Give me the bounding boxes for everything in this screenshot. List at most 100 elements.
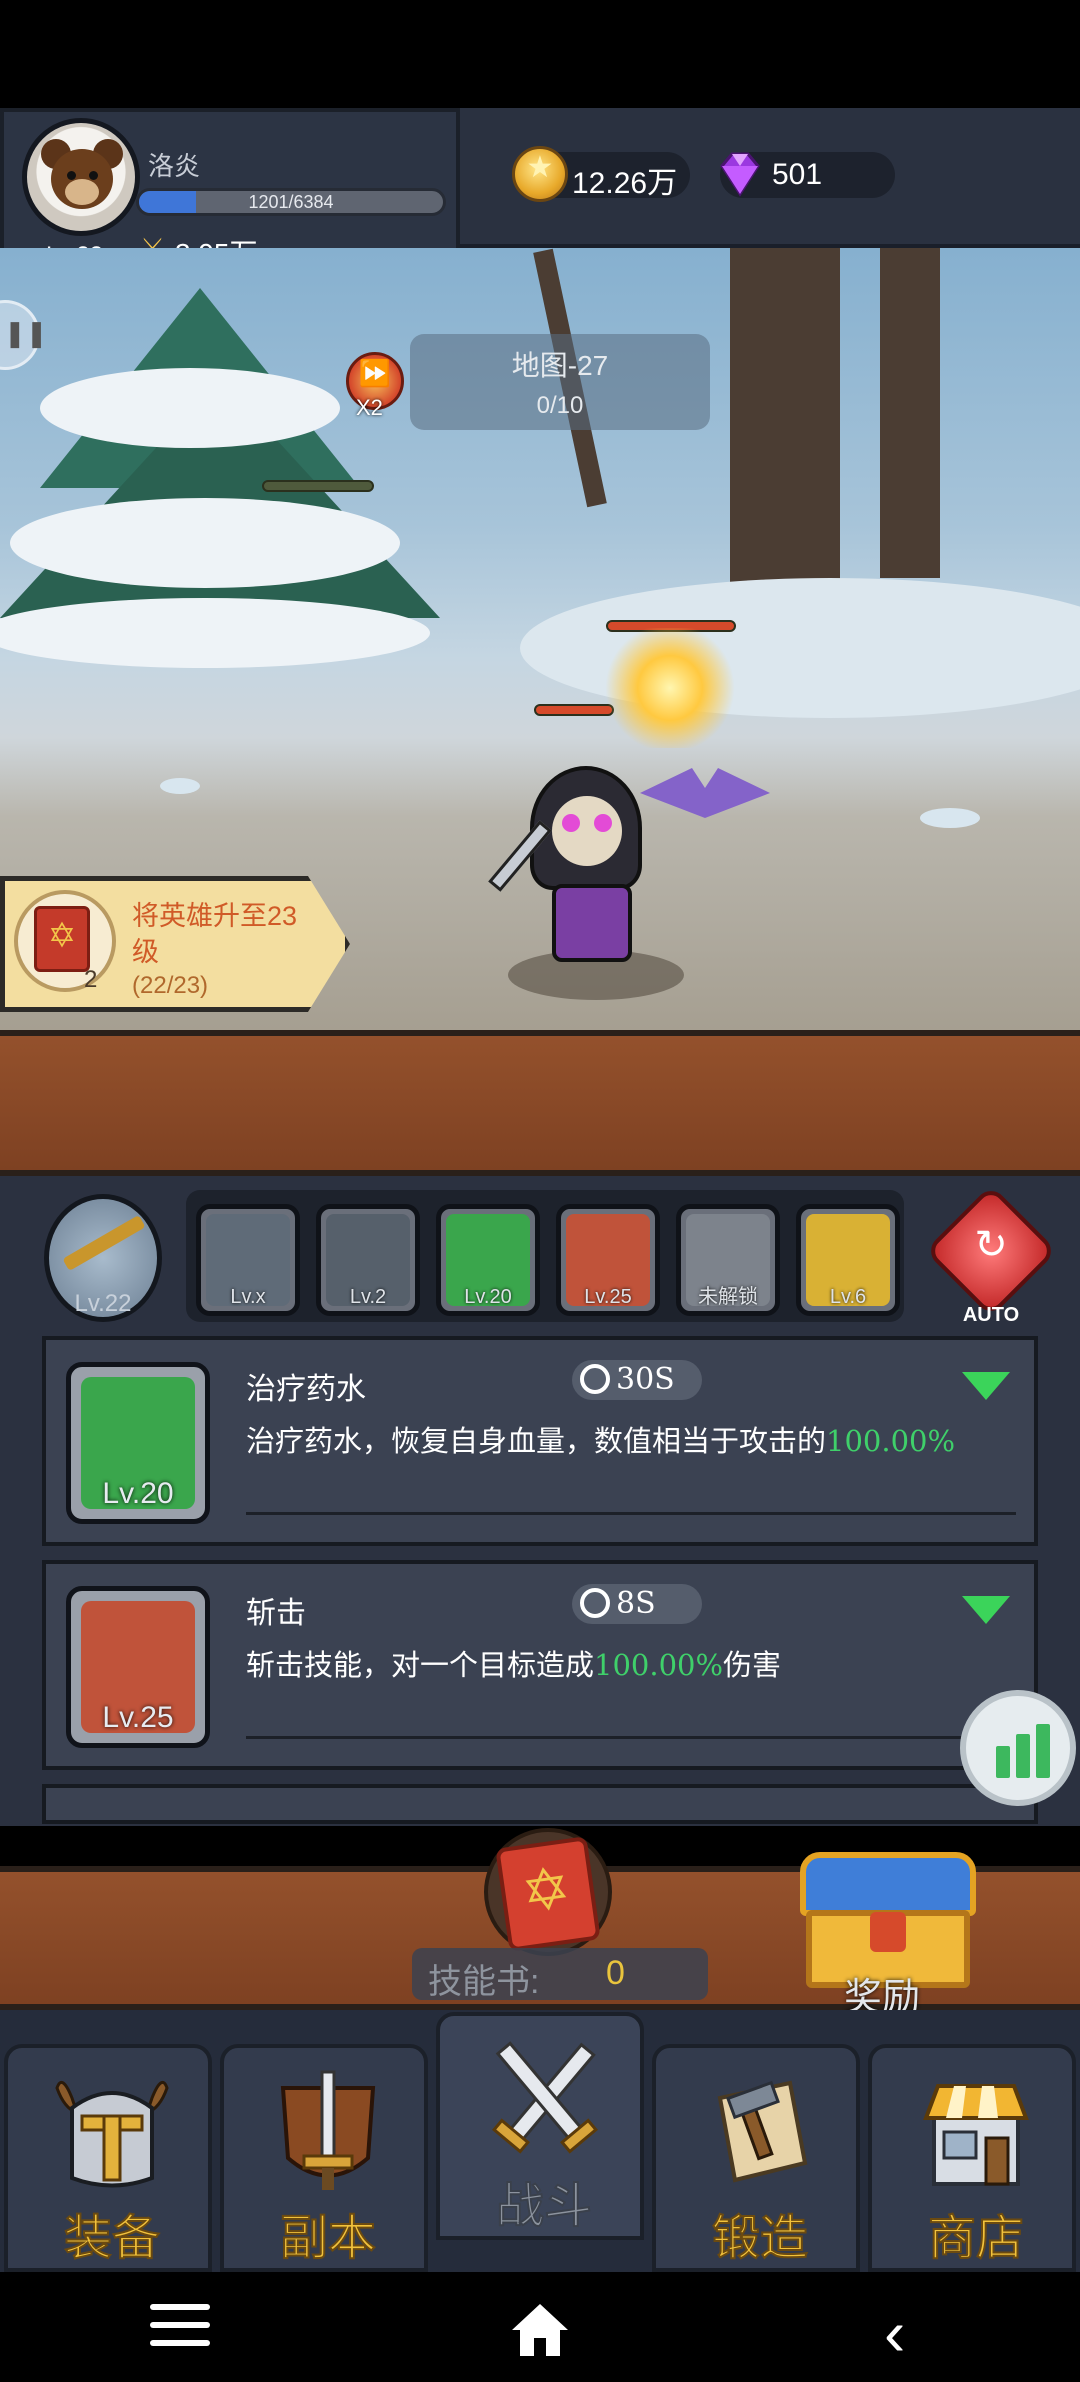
skill-desc-suffix: 伤害 (723, 1648, 782, 1682)
nav-label: 商店 (927, 2209, 1025, 2267)
exp-bar: 1201/6384 (136, 188, 446, 216)
skill-description: 斩击技能，对一个目标造成100.00%伤害 (246, 1642, 781, 1684)
skill-name: 治疗药水 (246, 1372, 366, 1407)
skill-row-partial[interactable] (42, 1784, 1038, 1824)
clock-icon (580, 1364, 610, 1394)
hero-skull-face (552, 796, 622, 866)
skill-desc-text: 治疗药水，恢复自身血量，数值相当于攻击的 (246, 1424, 827, 1458)
tree-trunk (880, 248, 940, 578)
pause-icon: ❚❚ (4, 318, 48, 348)
chest-lock (870, 1912, 906, 1952)
snow-clump (0, 598, 430, 668)
skill-tab-level: Lv.20 (464, 1286, 512, 1308)
nav-label: 锻造 (711, 2209, 809, 2267)
nav-tab-shop[interactable]: 商店 (868, 2044, 1076, 2272)
treasure-chest-icon[interactable] (800, 1852, 976, 1916)
skill-book-count: 0 (606, 1954, 625, 1992)
skill-desc-value: 100.00% (826, 1424, 956, 1458)
gold-amount: 12.26万 (572, 167, 678, 200)
skill-desc-text: 斩击技能，对一个目标造成 (246, 1648, 595, 1682)
snow-patch (160, 778, 200, 794)
skill-level: Lv.20 (102, 1477, 174, 1510)
tree-trunk (730, 248, 840, 608)
skill-tab-level: Lv.25 (584, 1286, 632, 1308)
nav-label: 副本 (279, 2209, 377, 2267)
hero-body (552, 884, 632, 962)
snow-clump (40, 368, 340, 448)
bat-enemy[interactable] (640, 768, 770, 818)
nav-tab-equipment[interactable]: 装备 (4, 2044, 212, 2272)
hexagram-glyph: ✡ (517, 1854, 575, 1927)
skill-portrait: Lv.25 (66, 1586, 210, 1748)
nav-tab-forge[interactable]: 锻造 (652, 2044, 860, 2272)
snow-clump (10, 498, 400, 588)
wood-divider (0, 1030, 1080, 1176)
speed-label: X2 (356, 395, 383, 420)
bar-chart-icon (996, 1746, 1010, 1778)
helmet-icon (55, 2080, 169, 2188)
coin-star-glyph: ★ (526, 151, 554, 184)
auto-label: AUTO (962, 1304, 1020, 1326)
bear-avatar[interactable] (22, 118, 140, 236)
hero-eye (562, 814, 580, 832)
hit-effect (600, 628, 740, 748)
nav-label: 战斗 (495, 2177, 593, 2235)
snow-patch (920, 808, 980, 828)
map-progress: 0/10 (536, 392, 584, 419)
cooldown-text: 30S (616, 1362, 675, 1397)
skill-portrait: Lv.20 (66, 1362, 210, 1524)
skill-tab[interactable]: Lv.2 (316, 1204, 420, 1316)
sword-shield-icon (280, 2070, 376, 2190)
divider (246, 1512, 1016, 1515)
skill-tab[interactable]: Lv.x (196, 1204, 300, 1316)
skill-tab[interactable]: Lv.25 (556, 1204, 660, 1316)
nav-label: 装备 (63, 2209, 161, 2267)
player-name: 洛炎 (148, 151, 201, 181)
divider (246, 1736, 1016, 1739)
fast-forward-icon: ⏩ (358, 358, 392, 388)
skill-level: Lv.25 (102, 1701, 174, 1734)
back-icon[interactable]: ‹ (884, 2296, 905, 2370)
enemy-hp-bar (262, 480, 374, 492)
skill-book-label: 技能书: (428, 1963, 540, 2001)
scroll-hammer-icon (717, 2080, 808, 2183)
skill-desc-value: 100.00% (594, 1648, 724, 1682)
exp-text: 1201/6384 (248, 192, 334, 212)
chevron-down-icon[interactable] (962, 1596, 1010, 1624)
shop-icon (923, 2084, 1029, 2186)
chevron-down-icon[interactable] (962, 1372, 1010, 1400)
nav-tab-battle[interactable]: 战斗 (436, 2012, 644, 2240)
nav-tab-dungeon[interactable]: 副本 (220, 2044, 428, 2272)
skill-tab-level: Lv.6 (829, 1286, 867, 1308)
purple-gem-icon (720, 152, 760, 197)
skill-row[interactable]: Lv.25 斩击 8S 斩击技能，对一个目标造成100.00%伤害 (42, 1560, 1038, 1770)
quest-progress: (22/23) (132, 972, 209, 999)
skill-tab-level: Lv.x (230, 1286, 266, 1308)
weapon-level: Lv.22 (74, 1290, 132, 1317)
clock-icon (580, 1588, 610, 1618)
quest-title-cont: 级 (132, 937, 159, 967)
stats-button[interactable] (960, 1690, 1076, 1806)
refresh-icon: ↻ (974, 1223, 1008, 1267)
map-name: 地图-27 (511, 350, 609, 381)
quest-title: 将英雄升至23 (132, 901, 298, 931)
skill-name: 斩击 (246, 1596, 306, 1631)
skill-tab[interactable]: Lv.6 (796, 1204, 900, 1316)
hexagram-glyph: ✡ (47, 917, 77, 955)
hero-eye (594, 814, 612, 832)
bar-chart-icon (1036, 1724, 1050, 1778)
menu-icon[interactable] (150, 2304, 210, 2358)
skill-description: 治疗药水，恢复自身血量，数值相当于攻击的100.00% (246, 1418, 955, 1460)
skill-tab-level: Lv.2 (349, 1286, 387, 1308)
gem-amount: 501 (772, 158, 823, 191)
skill-row[interactable]: Lv.20 治疗药水 30S 治疗药水，恢复自身血量，数值相当于攻击的100.0… (42, 1336, 1038, 1546)
skill-tab-locked-label: 未解锁 (698, 1286, 758, 1308)
quest-reward-count: 2 (84, 966, 98, 993)
skill-tab[interactable]: Lv.20 (436, 1204, 540, 1316)
status-bar (0, 0, 1080, 108)
crossed-swords-icon (492, 2041, 598, 2154)
cooldown-text: 8S (616, 1586, 656, 1621)
home-icon[interactable] (508, 2298, 572, 2362)
bar-chart-icon (1016, 1734, 1030, 1778)
skill-tab-locked[interactable]: 未解锁 (676, 1204, 780, 1316)
